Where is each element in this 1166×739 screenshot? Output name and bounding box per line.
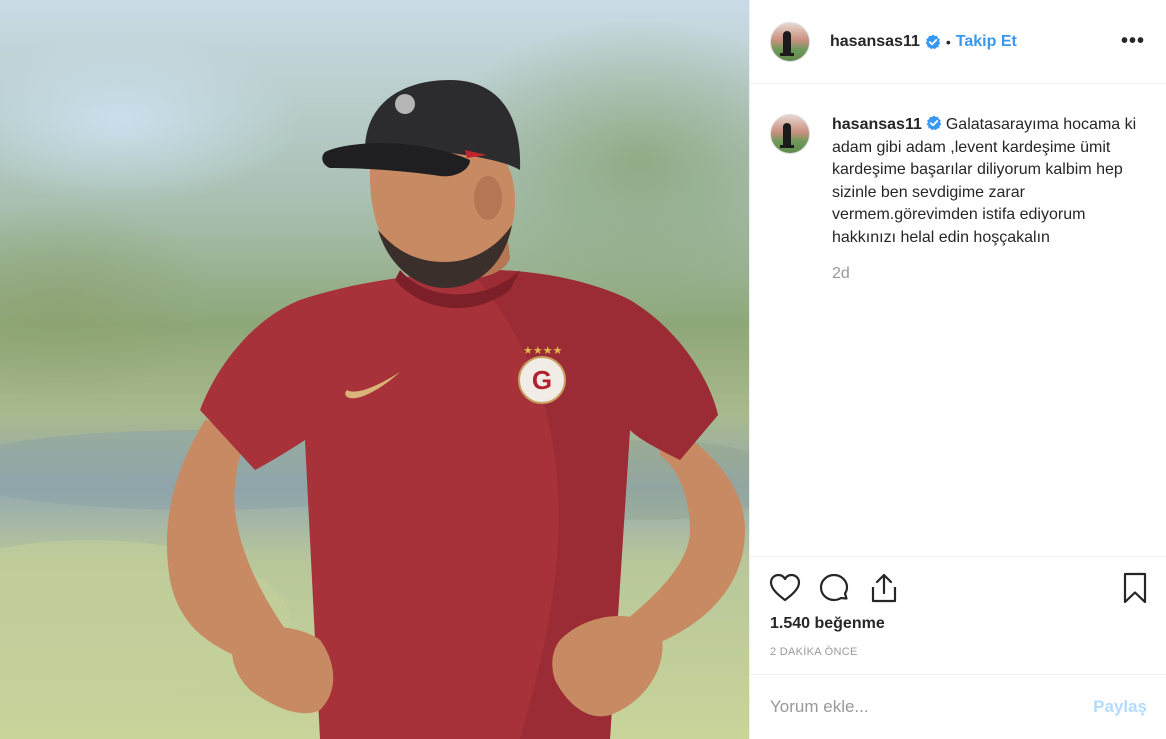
post-header: hasansas11 • Takip Et •••	[750, 0, 1166, 84]
post-sidebar: hasansas11 • Takip Et ••• hasansas11 Gal…	[749, 0, 1166, 739]
post-actions: 1.540 beğenme 2 DAKİKA ÖNCE	[750, 556, 1166, 674]
caption-avatar[interactable]	[770, 114, 810, 154]
post-timestamp[interactable]: 2 DAKİKA ÖNCE	[770, 646, 858, 658]
heart-icon	[769, 573, 801, 602]
likes-count[interactable]: 1.540 beğenme	[770, 615, 885, 633]
post-photo-illustration: G ★★★★	[0, 80, 749, 739]
caption-relative-time[interactable]: 2d	[832, 263, 1150, 286]
post-photo[interactable]: G ★★★★	[0, 0, 749, 739]
post-comment-button[interactable]: Paylaş	[1093, 697, 1147, 717]
verified-badge-icon	[926, 115, 942, 131]
caption-body: hasansas11 Galatasarayıma hocama ki adam…	[832, 114, 1150, 286]
verified-badge-icon	[925, 34, 941, 49]
avatar[interactable]	[770, 21, 810, 62]
more-options-icon[interactable]: •••	[1121, 30, 1145, 53]
header-username[interactable]: hasansas11	[830, 33, 920, 51]
save-button[interactable]	[1118, 571, 1152, 605]
avatar-figure	[783, 30, 791, 55]
caption-username[interactable]: hasansas11	[832, 116, 922, 133]
svg-text:★★★★: ★★★★	[523, 344, 563, 357]
comment-icon	[819, 573, 849, 602]
follow-button[interactable]: Takip Et	[956, 33, 1017, 51]
avatar-figure-base	[780, 145, 794, 148]
share-button[interactable]	[867, 571, 901, 605]
avatar-figure-base	[780, 52, 794, 56]
like-button[interactable]	[768, 571, 802, 605]
bookmark-icon	[1123, 572, 1147, 604]
comment-button[interactable]	[817, 571, 851, 605]
share-icon	[871, 573, 897, 603]
avatar-figure	[783, 123, 791, 147]
caption: hasansas11 Galatasarayıma hocama ki adam…	[770, 114, 1150, 286]
comment-input[interactable]	[770, 697, 1094, 717]
header-separator: •	[945, 33, 951, 50]
comment-bar: Paylaş	[750, 674, 1166, 739]
caption-text: Galatasarayıma hocama ki adam gibi adam …	[832, 116, 1137, 246]
svg-text:G: G	[532, 365, 552, 395]
